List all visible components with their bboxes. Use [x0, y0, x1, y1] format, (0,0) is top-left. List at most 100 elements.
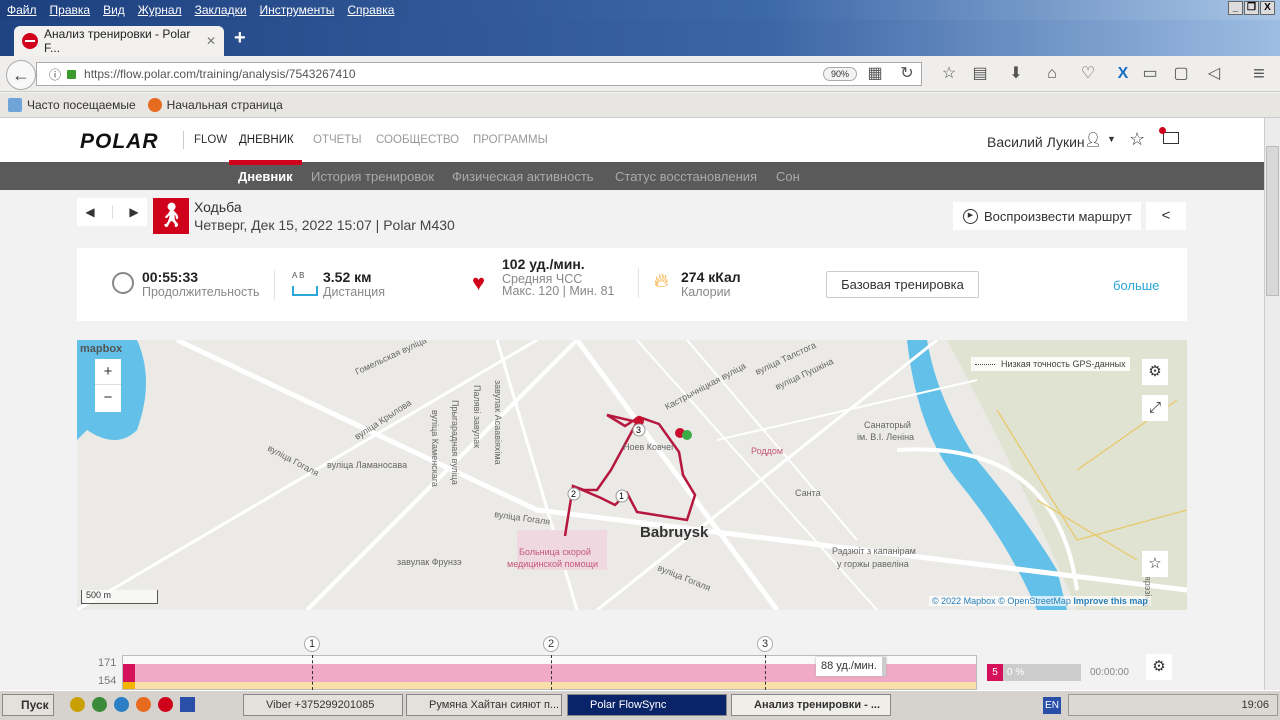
- ab-icon: A B: [292, 271, 305, 280]
- menu-tools[interactable]: Инструменты: [260, 0, 335, 20]
- training-benefit-button[interactable]: Базовая тренировка: [826, 271, 979, 298]
- zoom-out-button[interactable]: −: [95, 385, 121, 411]
- svg-text:Роддом: Роддом: [751, 446, 783, 456]
- minimize-button[interactable]: _: [1228, 1, 1243, 15]
- divider: [638, 268, 639, 298]
- opera-icon[interactable]: [158, 697, 173, 712]
- info-icon[interactable]: ⓘ: [49, 66, 61, 83]
- back-button[interactable]: ←: [6, 60, 36, 90]
- distance-value: 3.52 км: [323, 269, 372, 285]
- subnav-diary[interactable]: Дневник: [238, 169, 293, 184]
- bookmark-start-page[interactable]: Начальная страница: [147, 98, 283, 112]
- messages-icon[interactable]: [1159, 127, 1179, 144]
- clock[interactable]: 19:06: [1241, 699, 1269, 711]
- task-flowsync[interactable]: Polar FlowSync: [567, 694, 727, 716]
- flag-icon[interactable]: ▭: [1138, 62, 1162, 86]
- restore-button[interactable]: ❐: [1244, 1, 1259, 15]
- svg-text:Санаторый: Санаторый: [864, 420, 911, 430]
- menu-edit[interactable]: Правка: [50, 0, 91, 20]
- polar-logo[interactable]: POLAR: [80, 130, 159, 154]
- firefox-icon[interactable]: [136, 697, 151, 712]
- replay-route-button[interactable]: ▶ Воспроизвести маршрут: [953, 202, 1141, 230]
- task-firefox[interactable]: Анализ тренировки - ...: [731, 694, 891, 716]
- nav-reports[interactable]: ОТЧЕТЫ: [313, 134, 362, 146]
- menu-help[interactable]: Справка: [347, 0, 394, 20]
- route-map[interactable]: Гомельская вуліца вуліца Крылова вуліца …: [77, 340, 1187, 610]
- svg-text:вуліца Каменскага: вуліца Каменскага: [430, 410, 440, 487]
- map-favorite-button[interactable]: ☆: [1142, 551, 1168, 577]
- svg-text:вуліца Гогаля: вуліца Гогаля: [266, 443, 321, 478]
- hamburger-menu-icon[interactable]: ≡: [1247, 62, 1271, 86]
- menu-view[interactable]: Вид: [103, 0, 125, 20]
- sport-name: Ходьба: [194, 199, 242, 215]
- next-training-button[interactable]: ▶: [129, 205, 138, 219]
- subnav-recovery[interactable]: Статус восстановления: [615, 169, 757, 184]
- chart-settings-button[interactable]: ⚙: [1146, 654, 1172, 680]
- prev-training-button[interactable]: ◀: [85, 205, 94, 219]
- start-button[interactable]: Пуск: [2, 694, 54, 716]
- pocket-icon[interactable]: ♡: [1076, 62, 1100, 86]
- close-tab-icon[interactable]: ✕: [206, 34, 216, 48]
- bookmark-most-visited[interactable]: Часто посещаемые: [8, 98, 136, 112]
- favorites-star-icon[interactable]: ☆: [1129, 129, 1145, 150]
- bookmark-star-icon[interactable]: ☆: [937, 62, 961, 86]
- map-settings-button[interactable]: ⚙: [1142, 359, 1168, 385]
- monitor-icon[interactable]: ▢: [1169, 62, 1193, 86]
- zoom-level-badge[interactable]: 90%: [823, 67, 857, 81]
- subnav-sleep[interactable]: Сон: [776, 169, 800, 184]
- osm-link[interactable]: © OpenStreetMap: [998, 596, 1071, 606]
- chrome-icon[interactable]: [92, 697, 107, 712]
- svg-text:2: 2: [571, 489, 576, 499]
- fullscreen-button[interactable]: ⤢: [1142, 395, 1168, 421]
- reload-icon[interactable]: ↻: [895, 62, 919, 86]
- url-bar[interactable]: ⓘ https://flow.polar.com/training/analys…: [36, 62, 922, 86]
- x-extension-icon[interactable]: X: [1111, 62, 1135, 86]
- svg-text:медицинской помощи: медицинской помощи: [507, 559, 598, 569]
- menu-history[interactable]: Журнал: [138, 0, 182, 20]
- send-icon[interactable]: ◁: [1202, 62, 1226, 86]
- nav-programs[interactable]: ПРОГРАММЫ: [473, 134, 548, 146]
- close-window-button[interactable]: X: [1260, 1, 1275, 15]
- subnav-activity[interactable]: Физическая активность: [452, 169, 594, 184]
- new-tab-button[interactable]: +: [234, 27, 246, 50]
- chevron-down-icon[interactable]: ▼: [1107, 134, 1116, 144]
- download-icon[interactable]: ⬇: [1004, 62, 1028, 86]
- browser-tab[interactable]: Анализ тренировки - Polar F... ✕: [14, 26, 224, 56]
- nav-diary[interactable]: ДНЕВНИК: [239, 134, 294, 146]
- menu-file[interactable]: Файл: [7, 0, 37, 20]
- flame-icon: 🔥︎: [654, 270, 669, 292]
- zoom-in-button[interactable]: +: [95, 359, 121, 385]
- app-icon[interactable]: [114, 697, 129, 712]
- more-link[interactable]: больше: [1113, 278, 1159, 293]
- home-icon[interactable]: ⌂: [1040, 62, 1064, 86]
- share-icon: <: [1161, 207, 1171, 224]
- user-name[interactable]: Василий Лукин: [987, 134, 1085, 150]
- map-canvas[interactable]: Гомельская вуліца вуліца Крылова вуліца …: [77, 340, 1187, 610]
- svg-text:у горжы равеліна: у горжы равеліна: [837, 559, 909, 569]
- task-opera[interactable]: Румяна Хайтан сияют п...: [406, 694, 562, 716]
- quick-launch: [70, 697, 220, 713]
- subnav-history[interactable]: История тренировок: [311, 169, 434, 184]
- system-tray: 19:06: [1068, 694, 1278, 716]
- language-indicator[interactable]: EN: [1043, 697, 1061, 714]
- share-button[interactable]: <: [1146, 202, 1186, 230]
- nav-community[interactable]: СООБЩЕСТВО: [376, 134, 459, 146]
- svg-text:Рэдзюіт з капанірам: Рэдзюіт з капанірам: [832, 546, 916, 556]
- mapbox-link[interactable]: © 2022 Mapbox: [932, 596, 996, 606]
- improve-map-link[interactable]: Improve this map: [1073, 596, 1148, 606]
- reader-grid-icon[interactable]: ▦: [863, 62, 887, 86]
- clipboard-icon[interactable]: ▤: [968, 62, 992, 86]
- app-icon[interactable]: [70, 697, 85, 712]
- zone-time: 00:00:00: [1090, 667, 1129, 678]
- user-icon[interactable]: 👤︎: [1084, 131, 1102, 148]
- lap-marker[interactable]: 2: [543, 636, 559, 652]
- page-scrollbar[interactable]: [1264, 118, 1280, 690]
- menu-bookmarks[interactable]: Закладки: [195, 0, 247, 20]
- lap-marker[interactable]: 1: [304, 636, 320, 652]
- lap-marker[interactable]: 3: [757, 636, 773, 652]
- save-icon[interactable]: [180, 697, 195, 712]
- zone-5-marker: [123, 664, 135, 682]
- task-viber[interactable]: Viber +375299201085: [243, 694, 403, 716]
- svg-text:Больница скорой: Больница скорой: [519, 547, 591, 557]
- mapbox-logo[interactable]: mapbox: [80, 343, 122, 355]
